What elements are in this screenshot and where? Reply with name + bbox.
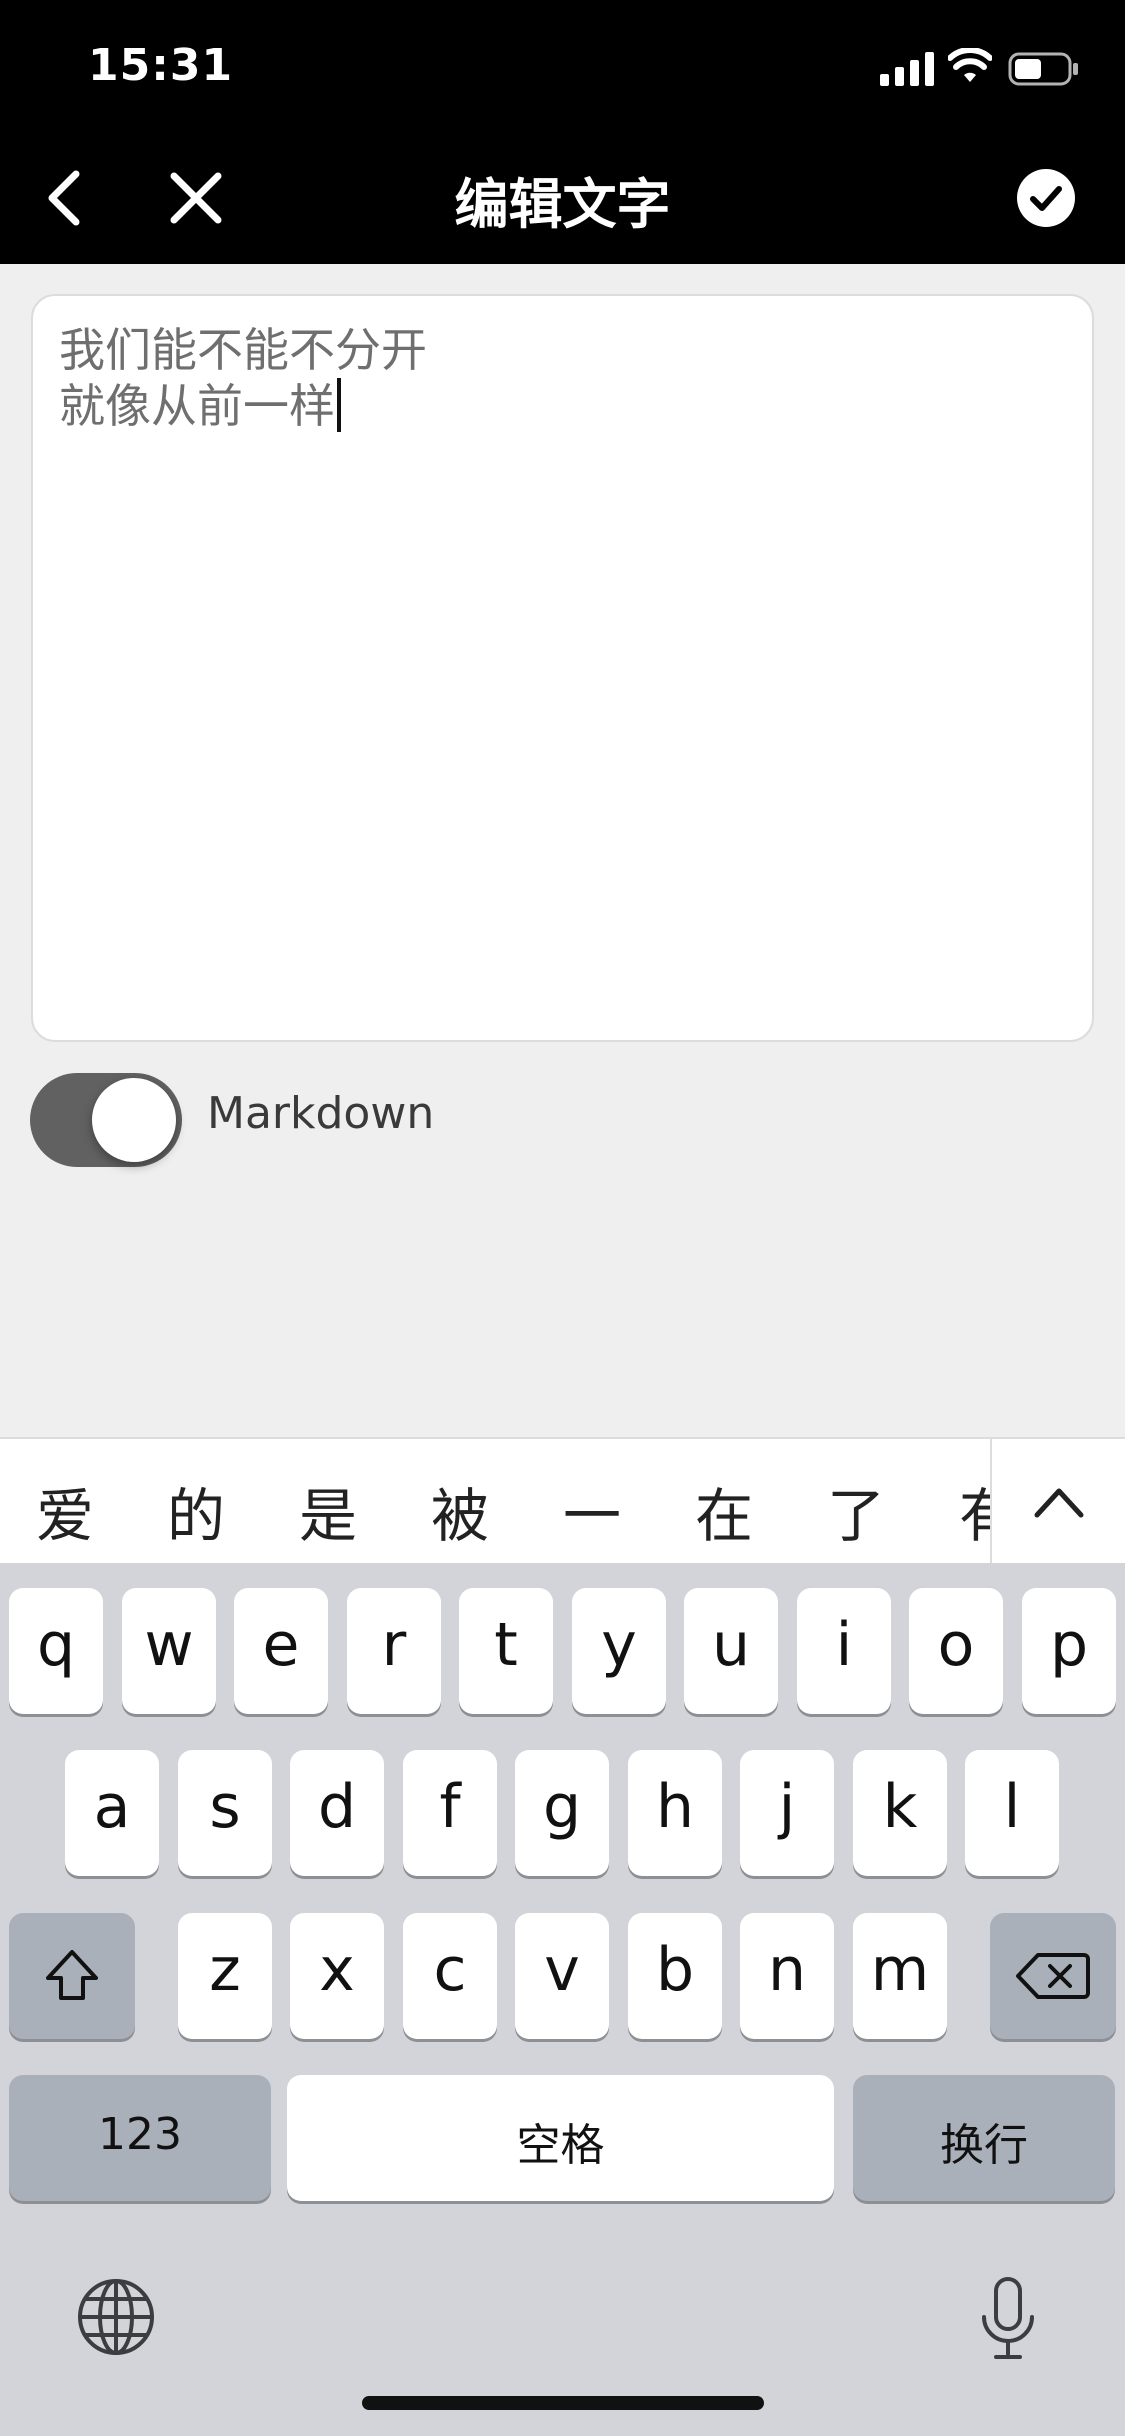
key-w[interactable]: w bbox=[122, 1588, 216, 1714]
editor-line-2: 就像从前一样 bbox=[59, 379, 335, 433]
candidate-word[interactable]: 一 bbox=[563, 1469, 621, 1553]
editor-content[interactable]: 我们能不能不分开 就像从前一样 bbox=[59, 322, 1066, 434]
navigation-bar: 编辑文字 bbox=[0, 132, 1125, 264]
return-key[interactable]: 换行 bbox=[853, 2075, 1115, 2201]
candidate-word[interactable]: 在 bbox=[695, 1469, 753, 1553]
delete-key[interactable] bbox=[990, 1913, 1116, 2039]
key-d[interactable]: d bbox=[290, 1750, 384, 1876]
expand-candidates-button[interactable] bbox=[990, 1439, 1125, 1563]
key-c[interactable]: c bbox=[403, 1913, 497, 2039]
key-m[interactable]: m bbox=[853, 1913, 947, 2039]
candidate-word[interactable]: 被 bbox=[431, 1469, 489, 1553]
markdown-toggle-label: Markdown bbox=[207, 1088, 435, 1139]
home-indicator[interactable] bbox=[362, 2396, 764, 2410]
battery-icon bbox=[1008, 52, 1078, 86]
status-bar: 15:31 bbox=[0, 0, 1125, 132]
cellular-signal-icon bbox=[880, 52, 934, 86]
key-h[interactable]: h bbox=[628, 1750, 722, 1876]
wifi-icon bbox=[948, 48, 992, 82]
confirm-checkmark-icon[interactable] bbox=[1016, 168, 1076, 228]
candidate-word[interactable]: 了 bbox=[827, 1469, 885, 1553]
key-f[interactable]: f bbox=[403, 1750, 497, 1876]
key-q[interactable]: q bbox=[9, 1588, 103, 1714]
shift-icon bbox=[46, 1950, 98, 2000]
key-t[interactable]: t bbox=[459, 1588, 553, 1714]
status-time: 15:31 bbox=[88, 40, 234, 91]
key-x[interactable]: x bbox=[290, 1913, 384, 2039]
candidate-word[interactable]: 爱 bbox=[36, 1469, 94, 1553]
page-title: 编辑文字 bbox=[454, 173, 671, 236]
key-r[interactable]: r bbox=[347, 1588, 441, 1714]
key-z[interactable]: z bbox=[178, 1913, 272, 2039]
key-k[interactable]: k bbox=[853, 1750, 947, 1876]
editor-line-1: 我们能不能不分开 bbox=[59, 323, 427, 377]
key-y[interactable]: y bbox=[572, 1588, 666, 1714]
microphone-icon[interactable] bbox=[978, 2277, 1038, 2361]
chevron-up-icon bbox=[1034, 1488, 1084, 1518]
backspace-icon bbox=[1016, 1953, 1090, 1999]
key-p[interactable]: p bbox=[1022, 1588, 1116, 1714]
key-s[interactable]: s bbox=[178, 1750, 272, 1876]
key-i[interactable]: i bbox=[797, 1588, 891, 1714]
key-n[interactable]: n bbox=[740, 1913, 834, 2039]
candidate-word[interactable]: 的 bbox=[167, 1469, 225, 1553]
key-v[interactable]: v bbox=[515, 1913, 609, 2039]
key-u[interactable]: u bbox=[684, 1588, 778, 1714]
key-b[interactable]: b bbox=[628, 1913, 722, 2039]
markdown-toggle[interactable] bbox=[30, 1073, 182, 1167]
shift-key[interactable] bbox=[9, 1913, 135, 2039]
key-g[interactable]: g bbox=[515, 1750, 609, 1876]
text-editor[interactable]: 我们能不能不分开 就像从前一样 bbox=[31, 294, 1094, 1042]
key-o[interactable]: o bbox=[909, 1588, 1003, 1714]
key-j[interactable]: j bbox=[740, 1750, 834, 1876]
toggle-knob bbox=[92, 1078, 176, 1162]
space-key[interactable]: 空格 bbox=[287, 2075, 834, 2201]
key-l[interactable]: l bbox=[965, 1750, 1059, 1876]
ime-candidate-bar: 爱 的 是 被 一 在 了 有 bbox=[0, 1437, 1125, 1563]
numbers-key[interactable]: 123 bbox=[9, 2075, 271, 2201]
globe-icon[interactable] bbox=[76, 2277, 156, 2357]
key-a[interactable]: a bbox=[65, 1750, 159, 1876]
key-e[interactable]: e bbox=[234, 1588, 328, 1714]
candidate-word[interactable]: 是 bbox=[299, 1469, 357, 1553]
candidate-word[interactable]: 有 bbox=[959, 1469, 990, 1553]
keyboard: q w e r t y u i o p a s d f g h j k l z … bbox=[0, 1563, 1125, 2436]
text-cursor bbox=[337, 378, 341, 432]
